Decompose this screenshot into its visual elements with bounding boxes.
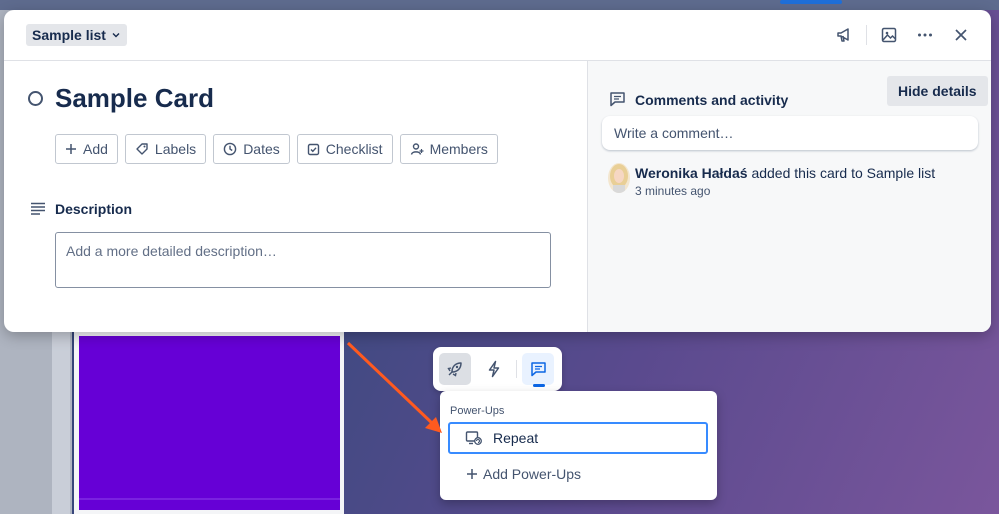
list-name: Sample list bbox=[32, 27, 106, 43]
plus-icon bbox=[467, 469, 477, 479]
plus-icon bbox=[66, 144, 76, 154]
card-cover-edge bbox=[79, 498, 340, 500]
checklist-label: Checklist bbox=[325, 141, 383, 157]
avatar[interactable] bbox=[608, 163, 630, 193]
powerups-heading: Power-Ups bbox=[450, 405, 505, 417]
topbar-button bbox=[780, 0, 842, 4]
description-icon bbox=[31, 202, 45, 215]
activity-action: added this card to Sample list bbox=[747, 165, 936, 181]
toolbar-divider bbox=[516, 360, 517, 378]
card-detail-modal: Sample list Sample Card Add Labels Dates… bbox=[4, 10, 991, 332]
activity-entry: Weronika Hałdaś added this card to Sampl… bbox=[635, 165, 935, 181]
checklist-button[interactable]: Checklist bbox=[296, 134, 393, 164]
close-button[interactable] bbox=[948, 22, 974, 48]
powerups-button[interactable] bbox=[439, 353, 471, 385]
tag-icon bbox=[136, 143, 148, 155]
complete-checkbox[interactable] bbox=[28, 91, 43, 106]
repeat-icon bbox=[465, 431, 482, 445]
powerups-dropdown: Power-Ups Repeat Add Power-Ups bbox=[440, 391, 717, 500]
card-powerup-button[interactable] bbox=[522, 353, 554, 385]
list-selector-button[interactable]: Sample list bbox=[26, 24, 127, 46]
board-topbar bbox=[0, 0, 999, 10]
modal-header: Sample list bbox=[4, 10, 991, 61]
comment-icon bbox=[610, 92, 625, 107]
active-indicator bbox=[533, 384, 545, 387]
repeat-label: Repeat bbox=[493, 430, 539, 446]
dates-button[interactable]: Dates bbox=[213, 134, 290, 164]
board-background-column bbox=[52, 300, 70, 514]
rocket-icon bbox=[447, 362, 462, 377]
description-input[interactable]: Add a more detailed description… bbox=[55, 232, 551, 288]
description-heading: Description bbox=[55, 201, 133, 217]
header-divider bbox=[866, 25, 867, 45]
image-icon bbox=[881, 27, 897, 43]
card-main-pane: Sample Card Add Labels Dates Checklist M… bbox=[4, 61, 587, 332]
person-icon bbox=[410, 143, 424, 155]
more-actions-button[interactable] bbox=[912, 22, 938, 48]
chevron-down-icon bbox=[112, 33, 120, 38]
labels-button[interactable]: Labels bbox=[124, 134, 207, 164]
card-title[interactable]: Sample Card bbox=[55, 83, 214, 114]
members-label: Members bbox=[429, 141, 488, 157]
labels-label: Labels bbox=[154, 141, 197, 157]
checkbox-icon bbox=[307, 143, 319, 155]
comment-input[interactable]: Write a comment… bbox=[602, 116, 978, 150]
close-icon bbox=[955, 29, 967, 41]
add-button[interactable]: Add bbox=[55, 134, 118, 164]
add-label: Add bbox=[83, 141, 108, 157]
card-cover bbox=[79, 336, 340, 510]
hide-details-button[interactable]: Hide details bbox=[887, 76, 988, 106]
automation-button[interactable] bbox=[478, 353, 510, 385]
repeat-powerup-item[interactable]: Repeat bbox=[448, 422, 708, 454]
megaphone-icon bbox=[837, 28, 849, 42]
cover-image-button[interactable] bbox=[876, 22, 902, 48]
activity-user[interactable]: Weronika Hałdaś bbox=[635, 165, 748, 181]
activity-timestamp[interactable]: 3 minutes ago bbox=[635, 184, 710, 198]
activity-heading: Comments and activity bbox=[635, 92, 789, 108]
card-actions: Add Labels Dates Checklist Members bbox=[55, 134, 498, 164]
clock-icon bbox=[223, 142, 237, 156]
activity-pane: Comments and activity Hide details Write… bbox=[587, 61, 991, 332]
megaphone-button[interactable] bbox=[831, 22, 857, 48]
bolt-icon bbox=[488, 360, 500, 378]
dates-label: Dates bbox=[243, 141, 280, 157]
powerup-icon bbox=[530, 362, 546, 377]
members-button[interactable]: Members bbox=[399, 134, 498, 164]
add-powerups-item[interactable]: Add Power-Ups bbox=[466, 466, 581, 482]
add-powerups-label: Add Power-Ups bbox=[483, 466, 582, 482]
more-icon bbox=[918, 33, 932, 37]
